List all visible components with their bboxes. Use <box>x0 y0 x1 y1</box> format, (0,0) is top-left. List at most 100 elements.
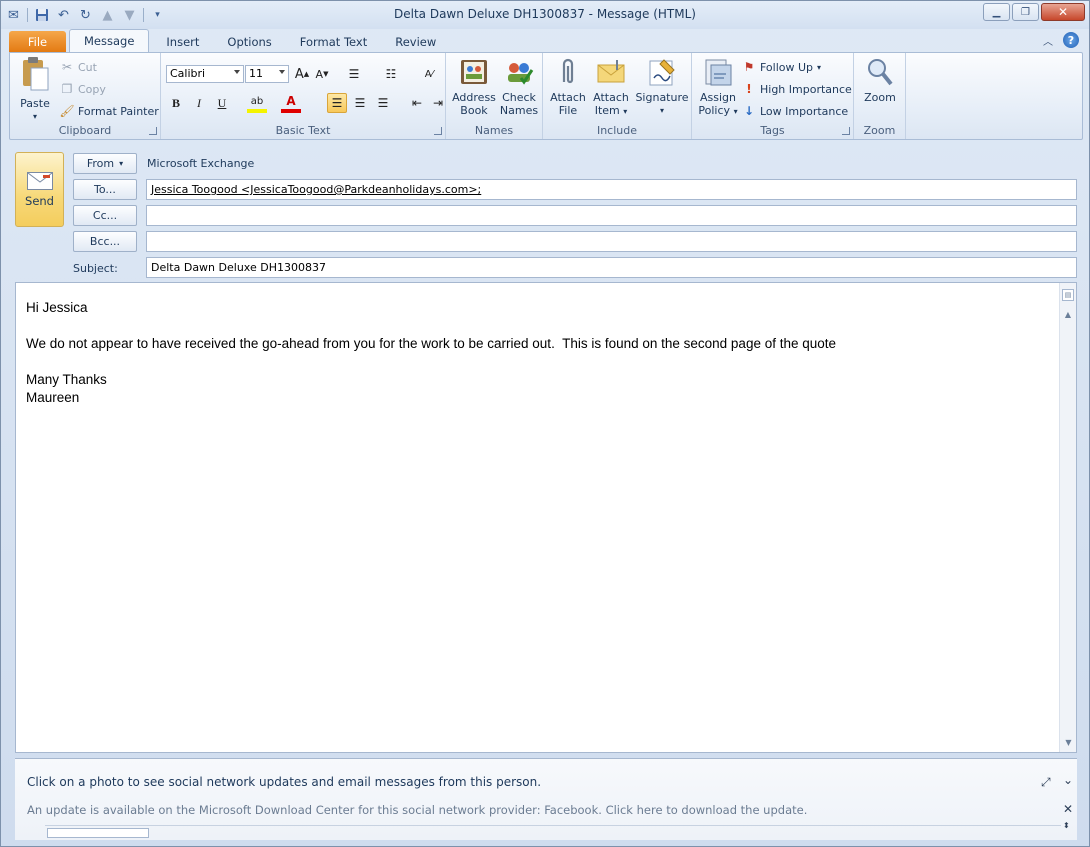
bcc-button[interactable]: Bcc... <box>73 231 137 252</box>
assign-policy-button[interactable]: Assign Policy ▾ <box>696 56 740 118</box>
from-dropdown-icon: ▾ <box>119 159 124 168</box>
basic-text-group: Calibri 11 A ▲ A ▼ ☰ ☷ A⁄ B I U ab A ☰ ☰ ☰… <box>161 53 446 139</box>
attach-item-button[interactable]: Attach Item ▾ <box>591 56 631 118</box>
low-importance-label: Low Importance <box>760 104 849 118</box>
paste-button[interactable]: Paste ▾ <box>15 56 55 123</box>
minimize-button[interactable]: ▁ <box>983 3 1010 21</box>
font-color-icon[interactable]: A <box>281 93 301 113</box>
tab-review[interactable]: Review <box>381 31 450 52</box>
names-group: Address Book Check Names Names <box>446 53 543 139</box>
check-names-label-1: Check <box>502 91 536 104</box>
signature-button[interactable]: Signature ▾ <box>635 56 689 117</box>
send-button[interactable]: Send <box>15 152 64 227</box>
message-body-text[interactable]: Hi Jessica We do not appear to have rece… <box>26 299 836 407</box>
bcc-field[interactable] <box>146 231 1077 252</box>
signature-label: Signature <box>635 91 689 104</box>
people-pane-scrollbar[interactable] <box>45 825 1061 838</box>
format-painter-button[interactable]: 🖌 Format Painter <box>59 102 159 120</box>
styles-icon[interactable]: A⁄ <box>419 64 439 84</box>
from-button[interactable]: From ▾ <box>73 153 137 174</box>
down-arrow-icon: ↓ <box>743 104 755 118</box>
zoom-group-label: Zoom <box>863 124 896 137</box>
window-title: Delta Dawn Deluxe DH1300837 - Message (H… <box>394 7 696 21</box>
cc-field[interactable] <box>146 205 1077 226</box>
high-importance-button[interactable]: ! High Importance <box>742 80 852 98</box>
grow-font-icon[interactable]: A ▲ <box>292 64 312 84</box>
increase-indent-icon[interactable]: ⇥ <box>428 93 448 113</box>
follow-up-label: Follow Up <box>760 60 814 74</box>
attach-file-button[interactable]: Attach File <box>548 56 588 117</box>
names-group-label: Names <box>474 124 514 137</box>
update-notification[interactable]: An update is available on the Microsoft … <box>27 803 807 817</box>
minimize-ribbon-icon[interactable]: ︿ <box>1043 33 1053 48</box>
tab-insert[interactable]: Insert <box>152 31 213 52</box>
follow-up-button[interactable]: ⚑ Follow Up ▾ <box>742 58 821 76</box>
font-name-value: Calibri <box>170 67 206 80</box>
check-names-button[interactable]: Check Names <box>498 56 540 117</box>
maximize-button[interactable]: ❐ <box>1012 3 1039 21</box>
ribbon-tabs: File Message Insert Options Format Text … <box>9 29 450 52</box>
low-importance-button[interactable]: ↓ Low Importance <box>742 102 848 120</box>
to-field[interactable]: Jessica Toogood <JessicaToogood@Parkdean… <box>146 179 1077 200</box>
people-pane-scroll-icon[interactable]: ⬍ <box>1063 821 1070 830</box>
bullets-icon[interactable]: ☰ <box>344 64 364 84</box>
paste-dropdown-icon: ▾ <box>32 112 37 121</box>
subject-label: Subject: <box>73 262 118 275</box>
help-icon[interactable]: ? <box>1063 32 1079 48</box>
attach-item-label-1: Attach <box>593 91 629 104</box>
message-body[interactable]: Hi Jessica We do not appear to have rece… <box>15 282 1077 753</box>
decrease-indent-icon[interactable]: ⇤ <box>407 93 427 113</box>
tab-file[interactable]: File <box>9 31 66 52</box>
ruler-toggle-icon[interactable]: ▤ <box>1062 289 1074 301</box>
align-right-button[interactable]: ☰ <box>373 93 393 113</box>
basic-text-dialog-launcher[interactable] <box>434 127 442 135</box>
paperclip-icon <box>552 56 584 88</box>
align-center-button[interactable]: ☰ <box>350 93 370 113</box>
shrink-font-icon[interactable]: A ▼ <box>312 64 332 84</box>
to-recipient[interactable]: Jessica Toogood <JessicaToogood@Parkdean… <box>151 183 481 196</box>
include-group-label: Include <box>596 124 638 137</box>
expand-people-pane-icon[interactable]: ⤢ <box>1041 775 1051 790</box>
zoom-button[interactable]: Zoom <box>858 56 902 104</box>
close-button[interactable]: ✕ <box>1041 3 1085 21</box>
tags-group: Assign Policy ▾ ⚑ Follow Up ▾ ! High Imp… <box>692 53 854 139</box>
clipboard-group: Paste ▾ ✂ Cut ❐ Copy 🖌 Format Painter Cl… <box>10 53 161 139</box>
numbering-icon[interactable]: ☷ <box>381 64 401 84</box>
copy-button[interactable]: ❐ Copy <box>60 80 106 98</box>
tab-message[interactable]: Message <box>69 29 150 52</box>
font-name-combo[interactable]: Calibri <box>166 65 244 83</box>
tab-format-text[interactable]: Format Text <box>286 31 381 52</box>
format-painter-label: Format Painter <box>78 104 159 118</box>
assign-policy-dropdown-icon: ▾ <box>733 107 738 116</box>
cc-button[interactable]: Cc... <box>73 205 137 226</box>
address-book-icon <box>458 56 490 88</box>
check-names-icon <box>503 56 535 88</box>
address-book-label-2: Book <box>460 104 488 117</box>
body-vertical-scrollbar[interactable]: ▤ ▲ ▼ <box>1059 283 1076 752</box>
people-pane-scroll-thumb[interactable] <box>47 828 149 838</box>
attach-item-dropdown-icon: ▾ <box>623 107 628 116</box>
scroll-down-icon[interactable]: ▼ <box>1061 735 1076 750</box>
to-button[interactable]: To... <box>73 179 137 200</box>
assign-policy-label-1: Assign <box>700 91 736 104</box>
magnifier-icon <box>864 56 896 88</box>
align-left-button[interactable]: ☰ <box>327 93 347 113</box>
dismiss-update-icon[interactable]: ✕ <box>1063 802 1073 816</box>
tags-dialog-launcher[interactable] <box>842 127 850 135</box>
collapse-people-pane-icon[interactable]: ⌄ <box>1063 773 1073 787</box>
scroll-up-icon[interactable]: ▲ <box>1061 307 1076 322</box>
highlight-icon[interactable]: ab <box>247 93 267 113</box>
clipboard-dialog-launcher[interactable] <box>149 127 157 135</box>
subject-field[interactable]: Delta Dawn Deluxe DH1300837 <box>146 257 1077 278</box>
font-size-combo[interactable]: 11 <box>245 65 289 83</box>
bold-button[interactable]: B <box>166 93 186 113</box>
tab-options[interactable]: Options <box>213 31 285 52</box>
underline-button[interactable]: U <box>212 93 232 113</box>
copy-label: Copy <box>78 82 106 96</box>
italic-button[interactable]: I <box>189 93 209 113</box>
signature-icon <box>646 56 678 88</box>
address-book-button[interactable]: Address Book <box>451 56 497 117</box>
clipboard-group-label: Clipboard <box>58 124 112 137</box>
cut-button[interactable]: ✂ Cut <box>60 58 97 76</box>
address-book-label-1: Address <box>452 91 496 104</box>
